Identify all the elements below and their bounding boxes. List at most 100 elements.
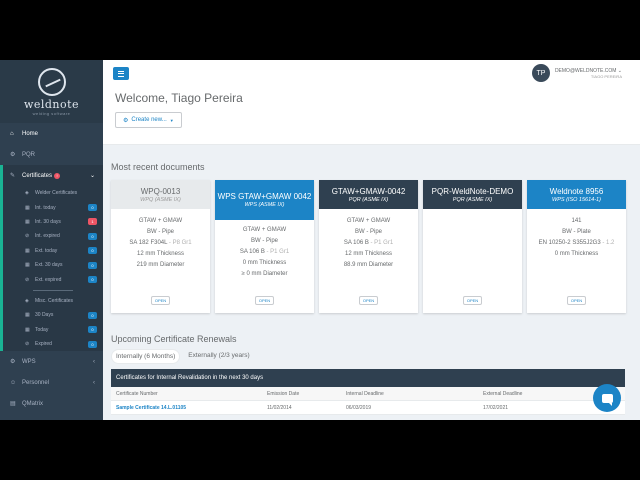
card-line: SA 106 B - P1 Gr1 [239,249,290,255]
ban-icon: ⊘ [25,341,30,348]
user-menu[interactable]: TP DEMO@WELDNOTE.COM ⌄ TIAGO PEREIRA [531,64,622,82]
document-card[interactable]: Weldnote 8956 WPS (ISO 15614-1) 141 BW -… [527,180,626,313]
sidebar-subitem-int-expired[interactable]: ⊘ Int. expired 0 [3,229,103,243]
create-new-button[interactable]: ⚙ Create new... ▼ [115,112,182,128]
open-button[interactable]: OPEN [358,296,379,305]
logo[interactable]: weldnote welding software [0,60,103,123]
tab-internally[interactable]: Internally (6 Months) [111,349,181,364]
open-button[interactable]: OPEN [150,296,171,305]
card-line: BW - Pipe [146,229,174,235]
card-subtitle: WPS (ASME IX) [244,202,285,208]
card-line: SA 106 B - P1 Gr1 [343,240,394,246]
card-line: 141 [571,218,582,224]
sidebar-subitem-ext-30-days[interactable]: ▦ Ext. 30 days 0 [3,258,103,272]
certificate-icon: ◈ [25,297,29,304]
card-header: PQR-WeldNote-DEMO PQR (ASME IX) [423,180,522,209]
certificate-link[interactable]: Sample Certificate 14.L.01105 [111,405,267,411]
sidebar-subitem-ext-expired[interactable]: ⊘ Ext. expired 0 [3,272,103,286]
document-card[interactable]: WPQ-0013 WPQ (ASME IX) GTAW + GMAW BW - … [111,180,210,313]
alert-icon: ! [54,172,61,179]
card-subtitle: WPS (ISO 15614-1) [552,196,601,203]
sidebar-subitem-int-30-days[interactable]: ▦ Int. 30 days 1 [3,215,103,229]
grid-icon: ▤ [10,401,16,408]
sidebar-subitem-int-today[interactable]: ▦ Int. today 0 [3,200,103,214]
sidebar-subitem-misc-certificates[interactable]: ◈ Misc. Certificates [3,294,103,308]
main-content: Most recent documents WPQ-0013 WPQ (ASME… [103,146,640,420]
card-body: GTAW + GMAW BW - Pipe SA 106 B - P1 Gr1 … [240,227,289,277]
sidebar-item-label: QMatrix [22,400,43,407]
sidebar-item-label: WPS [22,358,36,365]
card-line: GTAW + GMAW [242,227,287,233]
sidebar-item-personnel[interactable]: ☺ Personnel ‹ [0,372,103,393]
card-title: PQR-WeldNote-DEMO [431,186,514,196]
sidebar-subitem-misc-30-days[interactable]: ▦ 30 Days 0 [3,308,103,322]
sidebar-item-wps[interactable]: ⚙ WPS ‹ [0,351,103,372]
column-header[interactable]: Certificate Number [111,391,267,397]
section-title-recent: Most recent documents [111,162,205,172]
ban-icon: ⊘ [25,233,30,240]
open-button[interactable]: OPEN [462,296,483,305]
card-line: BW - Plate [562,229,591,235]
section-title-renewals: Upcoming Certificate Renewals [111,334,237,344]
sidebar-item-home[interactable]: ⌂ Home [0,123,103,144]
table-cell: 11/02/2014 [267,404,292,411]
open-button[interactable]: OPEN [566,296,587,305]
chevron-left-icon: ‹ [93,379,95,386]
card-line: GTAW + GMAW [138,218,183,224]
document-card[interactable]: GTAW+GMAW-0042 PQR (ASME IX) GTAW + GMAW… [319,180,418,313]
card-header: Weldnote 8956 WPS (ISO 15614-1) [527,180,626,209]
tab-externally[interactable]: Externally (2/3 years) [184,349,253,364]
menu-toggle-button[interactable] [113,67,129,80]
calendar-icon: ▦ [25,247,30,254]
card-body: GTAW + GMAW BW - Pipe SA 106 B - P1 Gr1 … [344,218,393,268]
chat-button[interactable] [593,384,621,412]
sidebar-subitem-label: 30 Days [35,312,54,319]
chevron-down-icon: ⌄ [89,173,95,179]
document-card[interactable]: PQR-WeldNote-DEMO PQR (ASME IX) OPEN [423,180,522,313]
sidebar-subitem-ext-today[interactable]: ▦ Ext. today 0 [3,244,103,258]
card-header: GTAW+GMAW-0042 PQR (ASME IX) [319,180,418,209]
caret-down-icon: ▼ [169,117,174,123]
card-line: 12 mm Thickness [345,251,392,257]
table-header-row: Certificate Number Emission Date Interna… [111,387,625,401]
logo-icon [37,67,66,96]
chevron-down-icon: ⌄ [617,67,622,74]
create-new-label: Create new... [131,117,167,123]
table-row: Sample Certificate 14.L.01105 11/02/2014… [111,401,625,415]
sidebar-subitem-welder-certificates[interactable]: ◈ Welder Certificates [3,186,103,200]
card-line: SA 182 F304L - P8 Gr1 [129,240,192,246]
table-title: Certificates for Internal Revalidation i… [111,369,625,387]
count-badge: 0 [88,326,97,334]
sidebar-subitem-misc-today[interactable]: ▦ Today 0 [3,323,103,337]
column-header[interactable]: Internal Deadline [346,391,483,397]
sidebar-item-pqr[interactable]: ⚙ PQR [0,144,103,165]
sidebar-subitem-misc-expired[interactable]: ⊘ Expired 0 [3,337,103,351]
sidebar-group-certificates: ✎ Certificates ! ⌄ ◈ Welder Certificates… [0,165,103,352]
sidebar-item-label: Certificates [22,172,53,179]
logo-text: weldnote [23,97,80,111]
gear-icon: ⚙ [123,117,129,124]
card-line: 0 mm Thickness [242,260,287,266]
hamburger-icon [118,75,124,77]
count-badge: 0 [88,232,97,240]
sidebar-item-qmatrix[interactable]: ▤ QMatrix [0,393,103,414]
page-title: Welcome, Tiago Pereira [115,91,243,105]
sidebar-subitem-label: Int. expired [35,233,60,240]
card-header: WPQ-0013 WPQ (ASME IX) [111,180,210,209]
card-body: GTAW + GMAW BW - Pipe SA 182 F304L - P8 … [129,218,191,268]
logo-subtitle: welding software [32,110,71,116]
open-button[interactable]: OPEN [254,296,275,305]
count-badge: 0 [88,340,97,348]
count-badge: 0 [88,261,97,269]
card-subtitle: PQR (ASME IX) [348,196,389,203]
card-line: ≥ 0 mm Diameter [241,271,288,277]
sidebar-subitem-label: Int. today [35,204,56,211]
hamburger-icon [118,73,124,74]
chat-icon [601,393,613,406]
card-header: WPS GTAW+GMAW 0042 WPS (ASME IX) [215,180,314,220]
sidebar-subitem-label: Welder Certificates [35,190,78,197]
document-card[interactable]: WPS GTAW+GMAW 0042 WPS (ASME IX) GTAW + … [215,180,314,313]
column-header[interactable]: Emission Date [267,391,346,397]
home-icon: ⌂ [10,130,14,137]
sidebar-item-certificates[interactable]: ✎ Certificates ! ⌄ [3,165,103,186]
